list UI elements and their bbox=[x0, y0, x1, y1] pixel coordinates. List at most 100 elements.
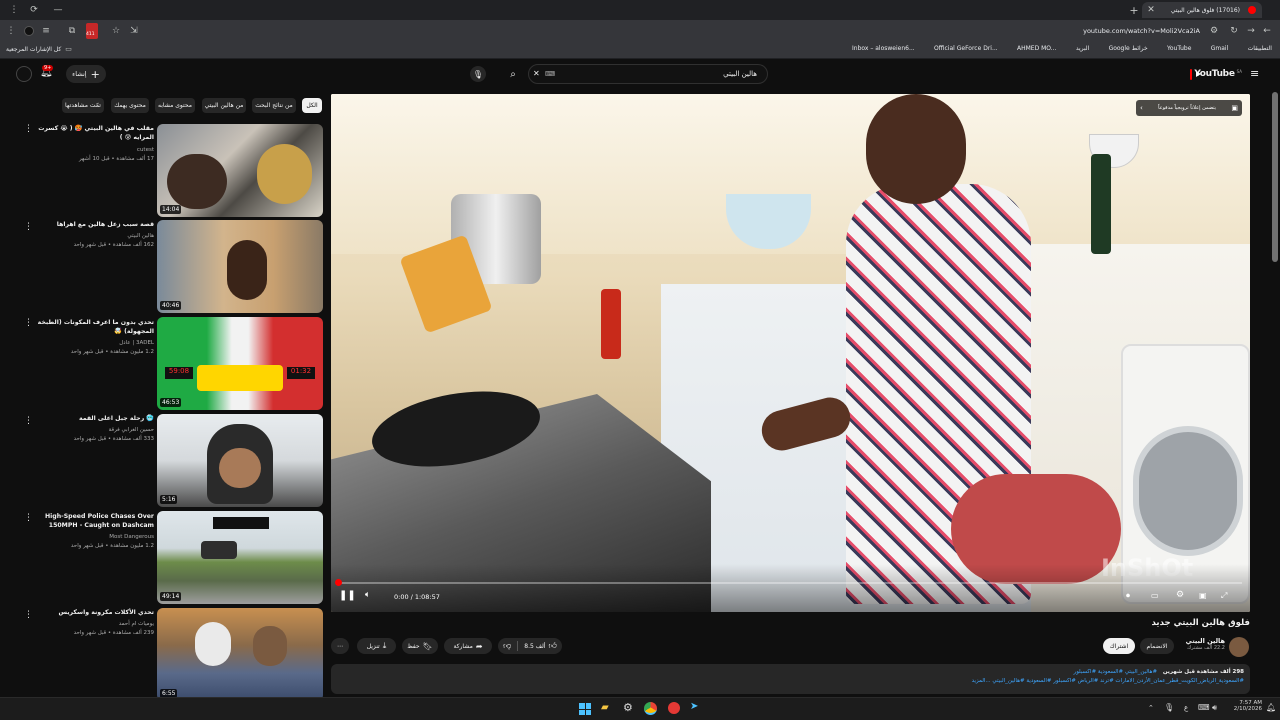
miniplayer-icon[interactable]: ▣ bbox=[1199, 591, 1207, 600]
active-tab[interactable]: (17016) فلوق هالين البيتي bbox=[1142, 2, 1262, 18]
description-text[interactable]: #السعودية_الرياض_الكويت_قطر_عمان_الأردن_… bbox=[337, 677, 1244, 686]
video-channel[interactable]: 3ADEL | عادل bbox=[34, 339, 154, 347]
more-options-icon[interactable]: ⋮ bbox=[24, 513, 33, 523]
steam-icon[interactable]: ⚙ bbox=[623, 701, 633, 714]
network-icon[interactable]: ⌨ bbox=[1198, 703, 1210, 712]
like-icon[interactable]: 👍︎ bbox=[548, 641, 556, 651]
extensions-icon[interactable]: ⧉ bbox=[66, 25, 78, 37]
bookmark-gmail[interactable]: Gmail bbox=[1211, 45, 1229, 52]
paid-promotion-banner[interactable]: ‹ يتضمن إعلاناً ترويجياً مدفوعاً ▣ bbox=[1136, 100, 1242, 116]
more-options-icon[interactable]: ⋮ bbox=[24, 222, 33, 232]
volume-tray-icon[interactable]: 🔊︎ bbox=[1212, 703, 1217, 713]
video-title[interactable]: 🥶 رحلة جبل اعلى القمة bbox=[34, 414, 154, 423]
app-icon[interactable] bbox=[668, 702, 680, 714]
bookmark-star-icon[interactable]: ☆ bbox=[110, 25, 122, 37]
video-title[interactable]: تحدي الأكلات مكرونة واسكريس bbox=[34, 608, 154, 617]
youtube-logo[interactable]: YouTube SA bbox=[1190, 67, 1242, 81]
bookmark-mail[interactable]: البريد bbox=[1076, 45, 1089, 52]
chip-for-you[interactable]: محتوى يهمك bbox=[111, 98, 149, 113]
channel-avatar[interactable] bbox=[1229, 637, 1249, 657]
video-title[interactable]: تحدي بدون ما اعرف المكونات (الطبخة المجه… bbox=[34, 318, 154, 336]
video-thumbnail[interactable]: 59:08 01:32 46:53 bbox=[157, 317, 323, 410]
video-title[interactable]: مقلب في هالين البيتي 🥵 ( 😭 كسرت المرايه … bbox=[34, 124, 154, 142]
dislike-icon[interactable]: 👎︎ bbox=[503, 641, 511, 651]
hamburger-menu-icon[interactable]: ≡ bbox=[1250, 67, 1262, 80]
url-field[interactable]: youtube.com/watch?v=Moli2Vca2iA bbox=[150, 23, 1200, 39]
video-title[interactable]: High-Speed Police Chases Over 150MPH - C… bbox=[34, 512, 154, 530]
file-explorer-icon[interactable]: ▰ bbox=[601, 702, 609, 713]
back-icon[interactable]: ← bbox=[1262, 25, 1272, 37]
download-button[interactable]: تنزيل ⤓ bbox=[357, 638, 396, 654]
description-box[interactable]: 298 ألف مشاهدة قبل شهرين #هالين_البيتي #… bbox=[331, 664, 1250, 694]
language-indicator[interactable]: ع bbox=[1184, 704, 1188, 712]
progress-bar[interactable] bbox=[335, 579, 1242, 586]
share-button[interactable]: مشاركة ➦ bbox=[444, 638, 492, 654]
sidebar-icon[interactable]: ≡ bbox=[40, 25, 52, 37]
extension-badge-icon[interactable]: 411 bbox=[86, 23, 98, 39]
video-title[interactable]: قصة سبب زعل هالين مع اهراها bbox=[34, 220, 154, 229]
new-tab-icon[interactable]: + bbox=[1128, 4, 1140, 17]
bookmark-apps[interactable]: التطبيقات bbox=[1248, 45, 1272, 52]
bookmark-maps[interactable]: Google خرائط bbox=[1109, 45, 1148, 52]
more-actions-icon[interactable]: ⋯ bbox=[331, 638, 349, 654]
more-options-icon[interactable]: ⋮ bbox=[24, 124, 33, 134]
fullscreen-icon[interactable]: ⤢ bbox=[1221, 591, 1227, 601]
bookmark-ahmed[interactable]: AHMED MO... bbox=[1017, 45, 1057, 52]
volume-icon[interactable]: 🔈︎ bbox=[365, 590, 379, 604]
search-input[interactable]: ✕ ⌨ هالين البيتي bbox=[528, 64, 768, 84]
minimize-icon[interactable]: — bbox=[52, 4, 64, 16]
install-app-icon[interactable]: ⇲ bbox=[128, 25, 140, 37]
video-thumbnail[interactable]: 6:55 bbox=[157, 608, 323, 701]
save-button[interactable]: حفظ 🔖︎ bbox=[402, 638, 438, 654]
page-scrollbar-thumb[interactable] bbox=[1272, 92, 1278, 262]
bookmark-geforce[interactable]: Official GeForce Dri... bbox=[934, 45, 998, 52]
join-button[interactable]: الانضمام bbox=[1140, 638, 1174, 654]
account-avatar[interactable] bbox=[16, 66, 32, 82]
profile-avatar[interactable] bbox=[24, 26, 34, 36]
video-thumbnail[interactable]: 14:04 bbox=[157, 124, 323, 217]
start-icon[interactable] bbox=[579, 703, 591, 715]
voice-search-icon[interactable]: 🎙︎ bbox=[470, 66, 486, 82]
browser-menu-icon[interactable]: ⋮ bbox=[8, 4, 20, 16]
subscribe-button[interactable]: اشتراك bbox=[1103, 638, 1135, 654]
notifications-icon[interactable]: 🔔︎ 9+ bbox=[40, 65, 54, 81]
video-channel[interactable]: هالين البيتي bbox=[34, 232, 154, 240]
tray-chevron-icon[interactable]: ⌃ bbox=[1148, 704, 1154, 712]
more-options-icon[interactable]: ⋮ bbox=[24, 416, 33, 426]
chip-search-results[interactable]: من نتائج البحث bbox=[252, 98, 296, 113]
all-bookmarks[interactable]: كل الإشارات المرجعية ▭ bbox=[6, 45, 72, 53]
chip-related[interactable]: محتوى مشابه bbox=[155, 98, 195, 113]
video-thumbnail[interactable]: 40:46 bbox=[157, 220, 323, 313]
video-player[interactable]: ‹ يتضمن إعلاناً ترويجياً مدفوعاً ▣ InShO… bbox=[331, 94, 1250, 612]
more-options-icon[interactable]: ⋮ bbox=[24, 318, 33, 328]
video-thumbnail[interactable]: 49:14 bbox=[157, 511, 323, 604]
clear-search-icon[interactable]: ✕ bbox=[533, 69, 540, 78]
pause-icon[interactable]: ❚❚ bbox=[339, 590, 356, 604]
hashtags-line[interactable]: #هالين_البيتي #السعودية #اكسبلور bbox=[1074, 669, 1158, 675]
bookmark-inbox[interactable]: Inbox – alosweien6... bbox=[852, 45, 915, 52]
scrubber-handle[interactable] bbox=[335, 579, 342, 586]
search-icon[interactable]: ⌕ bbox=[502, 64, 524, 84]
mic-icon[interactable]: 🎙︎ bbox=[1164, 703, 1174, 712]
autoplay-toggle-icon[interactable]: ⏺ bbox=[1126, 591, 1130, 601]
chip-all[interactable]: الكل bbox=[302, 98, 322, 113]
video-channel[interactable]: يوميات ام أحمد bbox=[34, 620, 154, 628]
video-channel[interactable]: Most Dangerous bbox=[34, 533, 154, 541]
chip-watched[interactable]: تمّت مشاهدتها bbox=[62, 98, 104, 113]
telegram-icon[interactable]: ➤ bbox=[690, 701, 698, 712]
video-channel[interactable]: cutest bbox=[34, 146, 154, 154]
reload-icon[interactable]: ↻ bbox=[1228, 25, 1240, 37]
extensions-menu-icon[interactable]: ⋮ bbox=[6, 25, 16, 37]
video-channel[interactable]: حسين الغرابي فرقة bbox=[34, 426, 154, 434]
video-thumbnail[interactable]: 5:16 bbox=[157, 414, 323, 507]
more-options-icon[interactable]: ⋮ bbox=[24, 610, 33, 620]
chip-from-channel[interactable]: من هالين البيتي bbox=[202, 98, 246, 113]
tab-search-icon[interactable]: ⟳ bbox=[28, 4, 40, 16]
create-button[interactable]: إنشاء + bbox=[66, 65, 106, 83]
clock[interactable]: 7:57 AM 2/10/2026 bbox=[1226, 700, 1262, 712]
chrome-icon[interactable] bbox=[644, 702, 657, 715]
settings-gear-icon[interactable]: ⚙ bbox=[1176, 590, 1184, 600]
bookmark-youtube[interactable]: YouTube bbox=[1167, 45, 1191, 52]
notification-center-icon[interactable]: 🔔︎ bbox=[1266, 703, 1276, 712]
keyboard-icon[interactable]: ⌨ bbox=[545, 70, 555, 78]
